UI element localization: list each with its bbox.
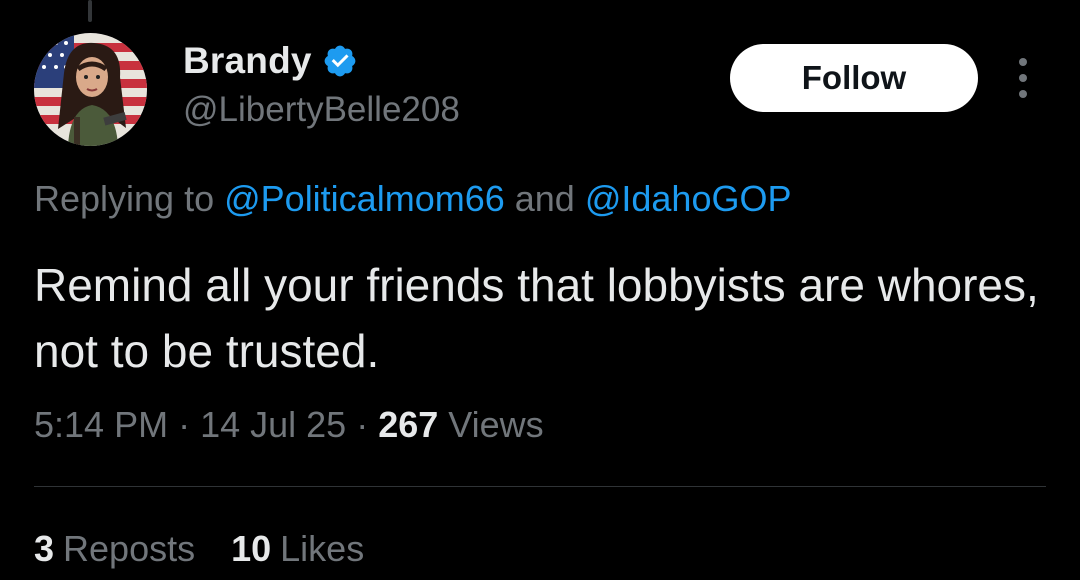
author-name-row: Brandy [183,40,358,82]
author-display-name[interactable]: Brandy [183,40,312,82]
meta-separator: · [168,404,201,445]
likes-count: 10 [231,528,272,569]
more-vertical-icon[interactable] [1010,58,1036,98]
likes-label: Likes [280,528,365,569]
thread-connector-line [88,0,92,22]
profile-avatar[interactable] [34,33,147,146]
reposts-count: 3 [34,528,55,569]
more-dot [1019,58,1027,66]
more-dot [1019,90,1027,98]
follow-button[interactable]: Follow [730,44,978,112]
views-count: 267 [378,404,439,445]
author-handle[interactable]: @LibertyBelle208 [183,90,460,130]
verified-badge-icon[interactable] [322,43,358,79]
replying-to-joiner: and [504,178,585,219]
mention-link-idahogop[interactable]: @IdahoGOP [585,178,792,219]
tweet-date[interactable]: 14 Jul 25 [200,404,346,445]
tweet-metadata: 5:14 PM · 14 Jul 25 · 267 Views [34,404,544,446]
replying-to-prefix: Replying to [34,178,225,219]
reposts-label: Reposts [63,528,196,569]
stats-divider [34,486,1046,487]
more-dot [1019,74,1027,82]
engagement-stats: 3 Reposts 10 Likes [34,528,364,570]
views-label: Views [448,404,544,445]
tweet-time[interactable]: 5:14 PM [34,404,168,445]
reposts-stat[interactable]: 3 Reposts [34,528,195,570]
likes-stat[interactable]: 10 Likes [231,528,364,570]
tweet-body-text: Remind all your friends that lobbyists a… [34,259,1039,377]
mention-link-politicalmom66[interactable]: @Politicalmom66 [224,178,505,219]
avatar-illustration [34,33,147,146]
meta-separator: · [346,404,379,445]
replying-to-line: Replying to @Politicalmom66 and @IdahoGO… [34,178,791,220]
